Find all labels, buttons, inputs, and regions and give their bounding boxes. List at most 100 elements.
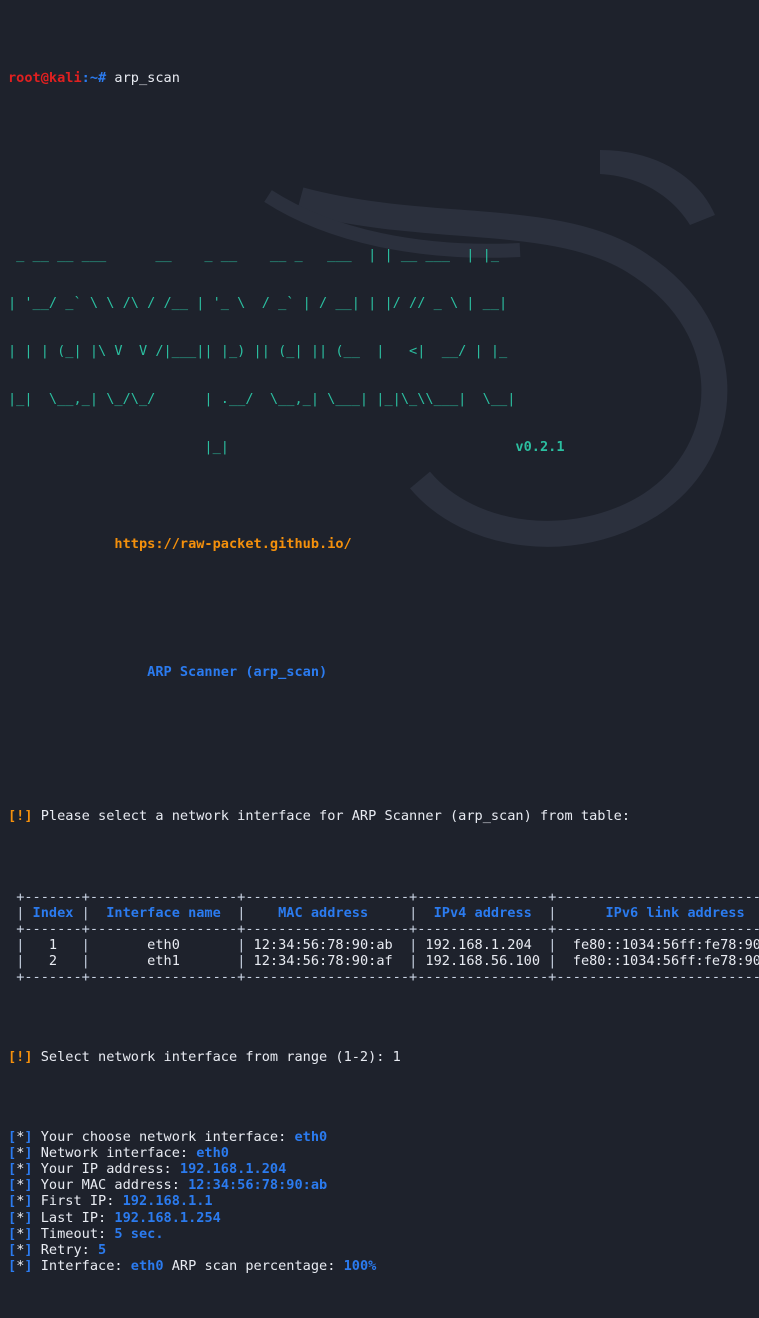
table-border: | bbox=[81, 904, 90, 921]
status-label: Interface: bbox=[40, 1257, 131, 1274]
status-line: [*] Network interface: eth0 bbox=[8, 1145, 759, 1161]
table-cell: 192.168.56.100 bbox=[417, 952, 549, 969]
table-border: | bbox=[81, 936, 90, 953]
status-marker-bracket: [ bbox=[8, 1209, 17, 1226]
table-rule: +-------+------------------+------------… bbox=[8, 889, 759, 905]
table-cell: 1 bbox=[24, 936, 82, 953]
status-marker-bracket: [ bbox=[8, 1225, 17, 1242]
status-value: 12:34:56:78:90:ab bbox=[188, 1177, 328, 1194]
banner-version: v0.2.1 bbox=[515, 439, 565, 456]
status-value-secondary: 100% bbox=[343, 1257, 377, 1274]
banner-url-line: https://raw-packet.github.io/ bbox=[8, 536, 759, 552]
status-line: [*] Interface: eth0 ARP scan percentage:… bbox=[8, 1258, 759, 1274]
table-column-header: MAC address bbox=[245, 904, 410, 921]
table-border: | bbox=[409, 952, 418, 969]
range-select-value: 1 bbox=[392, 1049, 401, 1066]
status-line: [*] Retry: 5 bbox=[8, 1242, 759, 1258]
status-marker-bracket: ] bbox=[24, 1161, 33, 1178]
status-suffix: ARP scan percentage: bbox=[163, 1257, 344, 1274]
status-line: [*] First IP: 192.168.1.1 bbox=[8, 1193, 759, 1209]
status-value: eth0 bbox=[196, 1145, 229, 1162]
ascii-art-banner: _ __ __ ___ __ _ __ __ _ ___ | | __ ___ … bbox=[8, 215, 759, 488]
table-border: | bbox=[16, 904, 25, 921]
status-marker-bracket: ] bbox=[24, 1193, 33, 1210]
status-value: 192.168.1.1 bbox=[122, 1193, 213, 1210]
table-border: +-------+------------------+------------… bbox=[16, 888, 759, 905]
status-value: 192.168.1.204 bbox=[179, 1161, 287, 1178]
banner-line-3: | | | (_| |\ V V /|___|| |_) || (_| || (… bbox=[8, 342, 516, 359]
status-marker-glyph: * bbox=[16, 1257, 25, 1274]
table-border: | bbox=[16, 952, 25, 969]
warning-marker: [!] bbox=[8, 1049, 33, 1066]
status-marker-glyph: * bbox=[16, 1225, 25, 1242]
prompt-sigil: :~# bbox=[81, 70, 107, 87]
table-border: | bbox=[548, 952, 557, 969]
status-line: [*] Your MAC address: 12:34:56:78:90:ab bbox=[8, 1177, 759, 1193]
status-value: eth0 bbox=[294, 1129, 328, 1146]
table-column-header: IPv4 address bbox=[417, 904, 549, 921]
table-cell: fe80::1034:56ff:fe78:90ab bbox=[572, 936, 759, 953]
warning-marker: [!] bbox=[8, 808, 33, 825]
status-marker-bracket: [ bbox=[8, 1177, 17, 1194]
banner-subtitle-line: ARP Scanner (arp_scan) bbox=[8, 664, 759, 680]
banner-line-2: | '__/ _` \ \ /\ / /__ | '_ \ / _` | / _… bbox=[8, 294, 508, 311]
table-column-header: Index bbox=[24, 904, 82, 921]
status-marker-bracket: [ bbox=[8, 1161, 17, 1178]
status-marker-bracket: ] bbox=[24, 1257, 33, 1274]
status-line: [*] Timeout: 5 sec. bbox=[8, 1226, 759, 1242]
table-cell: 192.168.1.204 bbox=[417, 936, 549, 953]
table-cell: fe80::1034:56ff:fe78:90af bbox=[572, 952, 759, 969]
table-border: | bbox=[237, 936, 246, 953]
status-label: Network interface: bbox=[40, 1145, 197, 1162]
select-interface-message: [!] Please select a network interface fo… bbox=[8, 808, 759, 824]
status-marker-bracket: ] bbox=[24, 1129, 33, 1146]
status-marker-bracket: ] bbox=[24, 1209, 33, 1226]
typed-command: arp_scan bbox=[114, 70, 180, 87]
status-marker-glyph: * bbox=[16, 1193, 25, 1210]
table-cell: 12:34:56:78:90:ab bbox=[245, 936, 410, 953]
status-marker-glyph: * bbox=[16, 1241, 25, 1258]
table-rule: +-------+------------------+------------… bbox=[8, 921, 759, 937]
status-line: [*] Your IP address: 192.168.1.204 bbox=[8, 1161, 759, 1177]
status-line: [*] Your choose network interface: eth0 bbox=[8, 1129, 759, 1145]
status-value: eth0 bbox=[130, 1257, 164, 1274]
status-marker-glyph: * bbox=[16, 1145, 25, 1162]
status-label: Your MAC address: bbox=[40, 1177, 189, 1194]
range-select-line: [!] Select network interface from range … bbox=[8, 1049, 759, 1065]
table-border: | bbox=[237, 904, 246, 921]
banner-line-5-art: |_| bbox=[8, 439, 516, 456]
status-marker-bracket: [ bbox=[8, 1129, 17, 1146]
table-border: +-------+------------------+------------… bbox=[16, 920, 759, 937]
table-column-header: Interface name bbox=[89, 904, 238, 921]
project-url[interactable]: https://raw-packet.github.io/ bbox=[114, 536, 351, 552]
status-value: 192.168.1.254 bbox=[114, 1209, 221, 1226]
status-line: [*] Last IP: 192.168.1.254 bbox=[8, 1210, 759, 1226]
table-border: | bbox=[548, 936, 557, 953]
status-marker-glyph: * bbox=[16, 1161, 25, 1178]
banner-line-5: |_| v0.2.1 bbox=[8, 439, 759, 455]
table-border: | bbox=[237, 952, 246, 969]
table-cell: 2 bbox=[24, 952, 82, 969]
interface-table: +-------+------------------+------------… bbox=[8, 889, 759, 985]
range-select-label: Select network interface from range (1-2… bbox=[40, 1049, 393, 1066]
select-interface-text: Please select a network interface for AR… bbox=[40, 808, 631, 825]
table-border: | bbox=[81, 952, 90, 969]
status-marker-bracket: ] bbox=[24, 1177, 33, 1194]
status-label: Timeout: bbox=[40, 1225, 115, 1242]
status-marker-bracket: [ bbox=[8, 1257, 17, 1274]
table-rule: +-------+------------------+------------… bbox=[8, 969, 759, 985]
table-cell: eth1 bbox=[89, 952, 238, 969]
table-border: | bbox=[548, 904, 557, 921]
status-marker-glyph: * bbox=[16, 1177, 25, 1194]
prompt-user-host: root@kali bbox=[8, 70, 82, 87]
status-label: Your choose network interface: bbox=[40, 1129, 295, 1146]
status-marker-bracket: [ bbox=[8, 1241, 17, 1258]
banner-line-4: |_| \__,_| \_/\_/ | .__/ \__,_| \___| |_… bbox=[8, 391, 516, 408]
terminal-screen: root@kali:~# arp_scan _ __ __ ___ __ _ _… bbox=[0, 0, 759, 1318]
status-line-group: [*] Your choose network interface: eth0[… bbox=[8, 1129, 759, 1273]
status-label: First IP: bbox=[40, 1193, 123, 1210]
status-value: 5 sec. bbox=[114, 1225, 164, 1242]
